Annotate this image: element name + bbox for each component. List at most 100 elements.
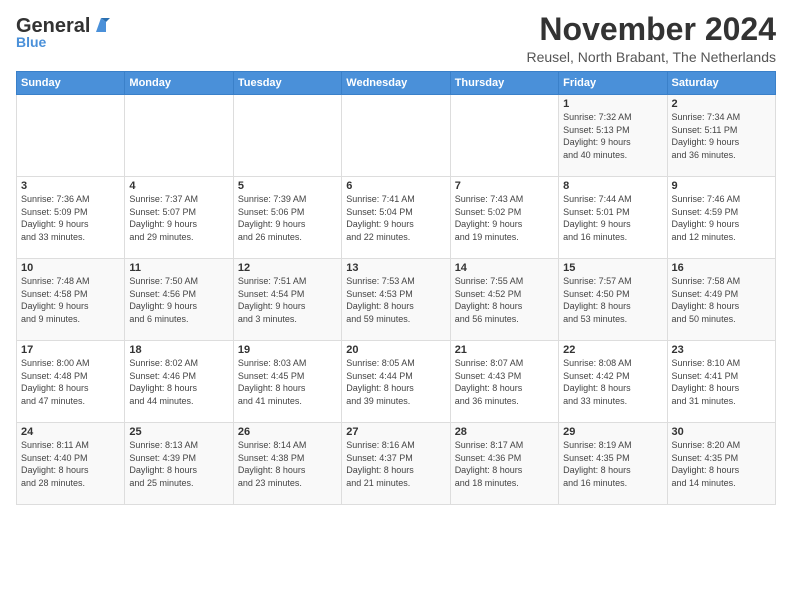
calendar-cell: 1Sunrise: 7:32 AM Sunset: 5:13 PM Daylig…	[559, 95, 667, 177]
day-number: 10	[21, 262, 120, 274]
calendar-cell: 14Sunrise: 7:55 AM Sunset: 4:52 PM Dayli…	[450, 259, 558, 341]
calendar-cell: 22Sunrise: 8:08 AM Sunset: 4:42 PM Dayli…	[559, 341, 667, 423]
day-info: Sunrise: 7:43 AM Sunset: 5:02 PM Dayligh…	[455, 193, 554, 243]
calendar-week-row-1: 3Sunrise: 7:36 AM Sunset: 5:09 PM Daylig…	[17, 177, 776, 259]
col-monday: Monday	[125, 72, 233, 95]
day-number: 30	[672, 426, 771, 438]
day-info: Sunrise: 8:05 AM Sunset: 4:44 PM Dayligh…	[346, 357, 445, 407]
calendar-cell: 30Sunrise: 8:20 AM Sunset: 4:35 PM Dayli…	[667, 423, 775, 505]
calendar-cell: 21Sunrise: 8:07 AM Sunset: 4:43 PM Dayli…	[450, 341, 558, 423]
col-wednesday: Wednesday	[342, 72, 450, 95]
day-number: 14	[455, 262, 554, 274]
day-info: Sunrise: 8:19 AM Sunset: 4:35 PM Dayligh…	[563, 439, 662, 489]
day-number: 16	[672, 262, 771, 274]
day-info: Sunrise: 8:13 AM Sunset: 4:39 PM Dayligh…	[129, 439, 228, 489]
day-info: Sunrise: 8:17 AM Sunset: 4:36 PM Dayligh…	[455, 439, 554, 489]
logo: General Blue	[16, 16, 110, 50]
day-info: Sunrise: 8:14 AM Sunset: 4:38 PM Dayligh…	[238, 439, 337, 489]
calendar-cell: 25Sunrise: 8:13 AM Sunset: 4:39 PM Dayli…	[125, 423, 233, 505]
header: General Blue November 2024 Reusel, North…	[16, 12, 776, 65]
day-number: 1	[563, 98, 662, 110]
day-number: 3	[21, 180, 120, 192]
day-number: 26	[238, 426, 337, 438]
day-info: Sunrise: 7:57 AM Sunset: 4:50 PM Dayligh…	[563, 275, 662, 325]
col-sunday: Sunday	[17, 72, 125, 95]
calendar-table: Sunday Monday Tuesday Wednesday Thursday…	[16, 71, 776, 505]
calendar-cell: 15Sunrise: 7:57 AM Sunset: 4:50 PM Dayli…	[559, 259, 667, 341]
day-number: 17	[21, 344, 120, 356]
calendar-cell	[233, 95, 341, 177]
month-title: November 2024	[526, 12, 776, 47]
calendar-cell: 13Sunrise: 7:53 AM Sunset: 4:53 PM Dayli…	[342, 259, 450, 341]
day-number: 28	[455, 426, 554, 438]
day-info: Sunrise: 7:41 AM Sunset: 5:04 PM Dayligh…	[346, 193, 445, 243]
day-number: 18	[129, 344, 228, 356]
calendar-cell: 3Sunrise: 7:36 AM Sunset: 5:09 PM Daylig…	[17, 177, 125, 259]
day-number: 13	[346, 262, 445, 274]
day-info: Sunrise: 7:32 AM Sunset: 5:13 PM Dayligh…	[563, 111, 662, 161]
calendar-cell: 4Sunrise: 7:37 AM Sunset: 5:07 PM Daylig…	[125, 177, 233, 259]
day-info: Sunrise: 8:00 AM Sunset: 4:48 PM Dayligh…	[21, 357, 120, 407]
day-info: Sunrise: 8:16 AM Sunset: 4:37 PM Dayligh…	[346, 439, 445, 489]
calendar-cell: 23Sunrise: 8:10 AM Sunset: 4:41 PM Dayli…	[667, 341, 775, 423]
day-number: 6	[346, 180, 445, 192]
calendar-cell: 7Sunrise: 7:43 AM Sunset: 5:02 PM Daylig…	[450, 177, 558, 259]
day-info: Sunrise: 7:34 AM Sunset: 5:11 PM Dayligh…	[672, 111, 771, 161]
day-info: Sunrise: 7:39 AM Sunset: 5:06 PM Dayligh…	[238, 193, 337, 243]
day-info: Sunrise: 7:58 AM Sunset: 4:49 PM Dayligh…	[672, 275, 771, 325]
logo-general: General	[16, 16, 90, 36]
day-number: 4	[129, 180, 228, 192]
calendar-cell: 17Sunrise: 8:00 AM Sunset: 4:48 PM Dayli…	[17, 341, 125, 423]
day-number: 20	[346, 344, 445, 356]
day-info: Sunrise: 8:10 AM Sunset: 4:41 PM Dayligh…	[672, 357, 771, 407]
day-number: 7	[455, 180, 554, 192]
day-number: 9	[672, 180, 771, 192]
day-number: 5	[238, 180, 337, 192]
day-info: Sunrise: 7:44 AM Sunset: 5:01 PM Dayligh…	[563, 193, 662, 243]
title-block: November 2024 Reusel, North Brabant, The…	[526, 12, 776, 65]
location-title: Reusel, North Brabant, The Netherlands	[526, 49, 776, 65]
day-info: Sunrise: 7:50 AM Sunset: 4:56 PM Dayligh…	[129, 275, 228, 325]
day-info: Sunrise: 7:53 AM Sunset: 4:53 PM Dayligh…	[346, 275, 445, 325]
calendar-cell: 18Sunrise: 8:02 AM Sunset: 4:46 PM Dayli…	[125, 341, 233, 423]
day-number: 22	[563, 344, 662, 356]
day-number: 11	[129, 262, 228, 274]
day-info: Sunrise: 8:08 AM Sunset: 4:42 PM Dayligh…	[563, 357, 662, 407]
col-thursday: Thursday	[450, 72, 558, 95]
calendar-week-row-2: 10Sunrise: 7:48 AM Sunset: 4:58 PM Dayli…	[17, 259, 776, 341]
day-number: 24	[21, 426, 120, 438]
day-info: Sunrise: 8:02 AM Sunset: 4:46 PM Dayligh…	[129, 357, 228, 407]
calendar-cell: 9Sunrise: 7:46 AM Sunset: 4:59 PM Daylig…	[667, 177, 775, 259]
day-info: Sunrise: 7:37 AM Sunset: 5:07 PM Dayligh…	[129, 193, 228, 243]
day-info: Sunrise: 8:20 AM Sunset: 4:35 PM Dayligh…	[672, 439, 771, 489]
calendar-cell: 12Sunrise: 7:51 AM Sunset: 4:54 PM Dayli…	[233, 259, 341, 341]
calendar-cell	[450, 95, 558, 177]
day-info: Sunrise: 7:46 AM Sunset: 4:59 PM Dayligh…	[672, 193, 771, 243]
day-number: 21	[455, 344, 554, 356]
day-number: 2	[672, 98, 771, 110]
day-number: 15	[563, 262, 662, 274]
day-info: Sunrise: 7:55 AM Sunset: 4:52 PM Dayligh…	[455, 275, 554, 325]
page: General Blue November 2024 Reusel, North…	[0, 0, 792, 612]
calendar-cell: 5Sunrise: 7:39 AM Sunset: 5:06 PM Daylig…	[233, 177, 341, 259]
calendar-cell	[17, 95, 125, 177]
calendar-week-row-3: 17Sunrise: 8:00 AM Sunset: 4:48 PM Dayli…	[17, 341, 776, 423]
calendar-week-row-4: 24Sunrise: 8:11 AM Sunset: 4:40 PM Dayli…	[17, 423, 776, 505]
calendar-cell: 16Sunrise: 7:58 AM Sunset: 4:49 PM Dayli…	[667, 259, 775, 341]
day-info: Sunrise: 8:03 AM Sunset: 4:45 PM Dayligh…	[238, 357, 337, 407]
col-saturday: Saturday	[667, 72, 775, 95]
calendar-cell: 11Sunrise: 7:50 AM Sunset: 4:56 PM Dayli…	[125, 259, 233, 341]
logo-blue: Blue	[16, 34, 46, 50]
calendar-cell	[342, 95, 450, 177]
calendar-cell: 6Sunrise: 7:41 AM Sunset: 5:04 PM Daylig…	[342, 177, 450, 259]
day-number: 8	[563, 180, 662, 192]
day-number: 27	[346, 426, 445, 438]
calendar-cell: 27Sunrise: 8:16 AM Sunset: 4:37 PM Dayli…	[342, 423, 450, 505]
day-number: 29	[563, 426, 662, 438]
calendar-cell	[125, 95, 233, 177]
calendar-cell: 8Sunrise: 7:44 AM Sunset: 5:01 PM Daylig…	[559, 177, 667, 259]
logo-icon	[92, 16, 110, 34]
day-number: 12	[238, 262, 337, 274]
calendar-cell: 26Sunrise: 8:14 AM Sunset: 4:38 PM Dayli…	[233, 423, 341, 505]
day-info: Sunrise: 7:51 AM Sunset: 4:54 PM Dayligh…	[238, 275, 337, 325]
